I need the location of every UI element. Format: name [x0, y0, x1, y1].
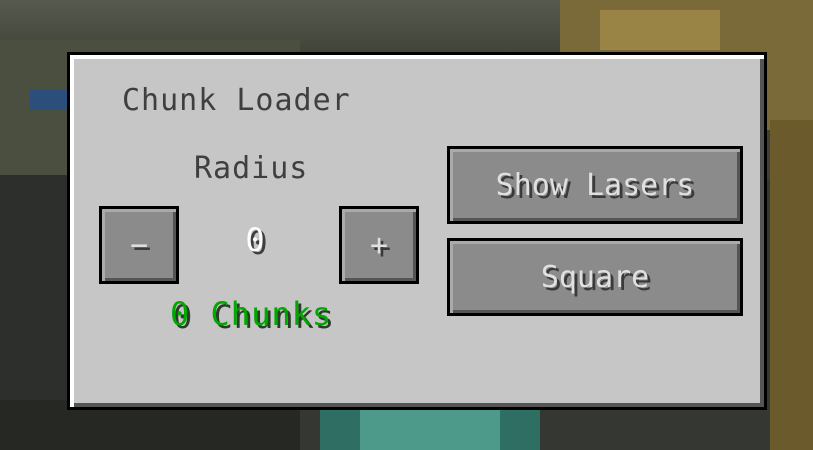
radius-label: Radius — [194, 151, 309, 186]
chunk-count-text: 0 Chunks — [170, 295, 333, 333]
plus-icon: + — [369, 227, 389, 263]
show-lasers-label: Show Lasers — [495, 167, 695, 203]
minus-icon: − — [129, 227, 149, 263]
panel-title: Chunk Loader — [122, 83, 351, 118]
decrease-radius-button[interactable]: − — [99, 206, 179, 284]
show-lasers-button[interactable]: Show Lasers — [447, 146, 743, 224]
increase-radius-button[interactable]: + — [339, 206, 419, 284]
radius-value: 0 — [245, 221, 265, 259]
chunk-loader-panel: Chunk Loader Radius − 0 + 0 Chunks Show … — [67, 52, 767, 410]
shape-label: Square — [540, 259, 650, 295]
shape-toggle-button[interactable]: Square — [447, 238, 743, 316]
